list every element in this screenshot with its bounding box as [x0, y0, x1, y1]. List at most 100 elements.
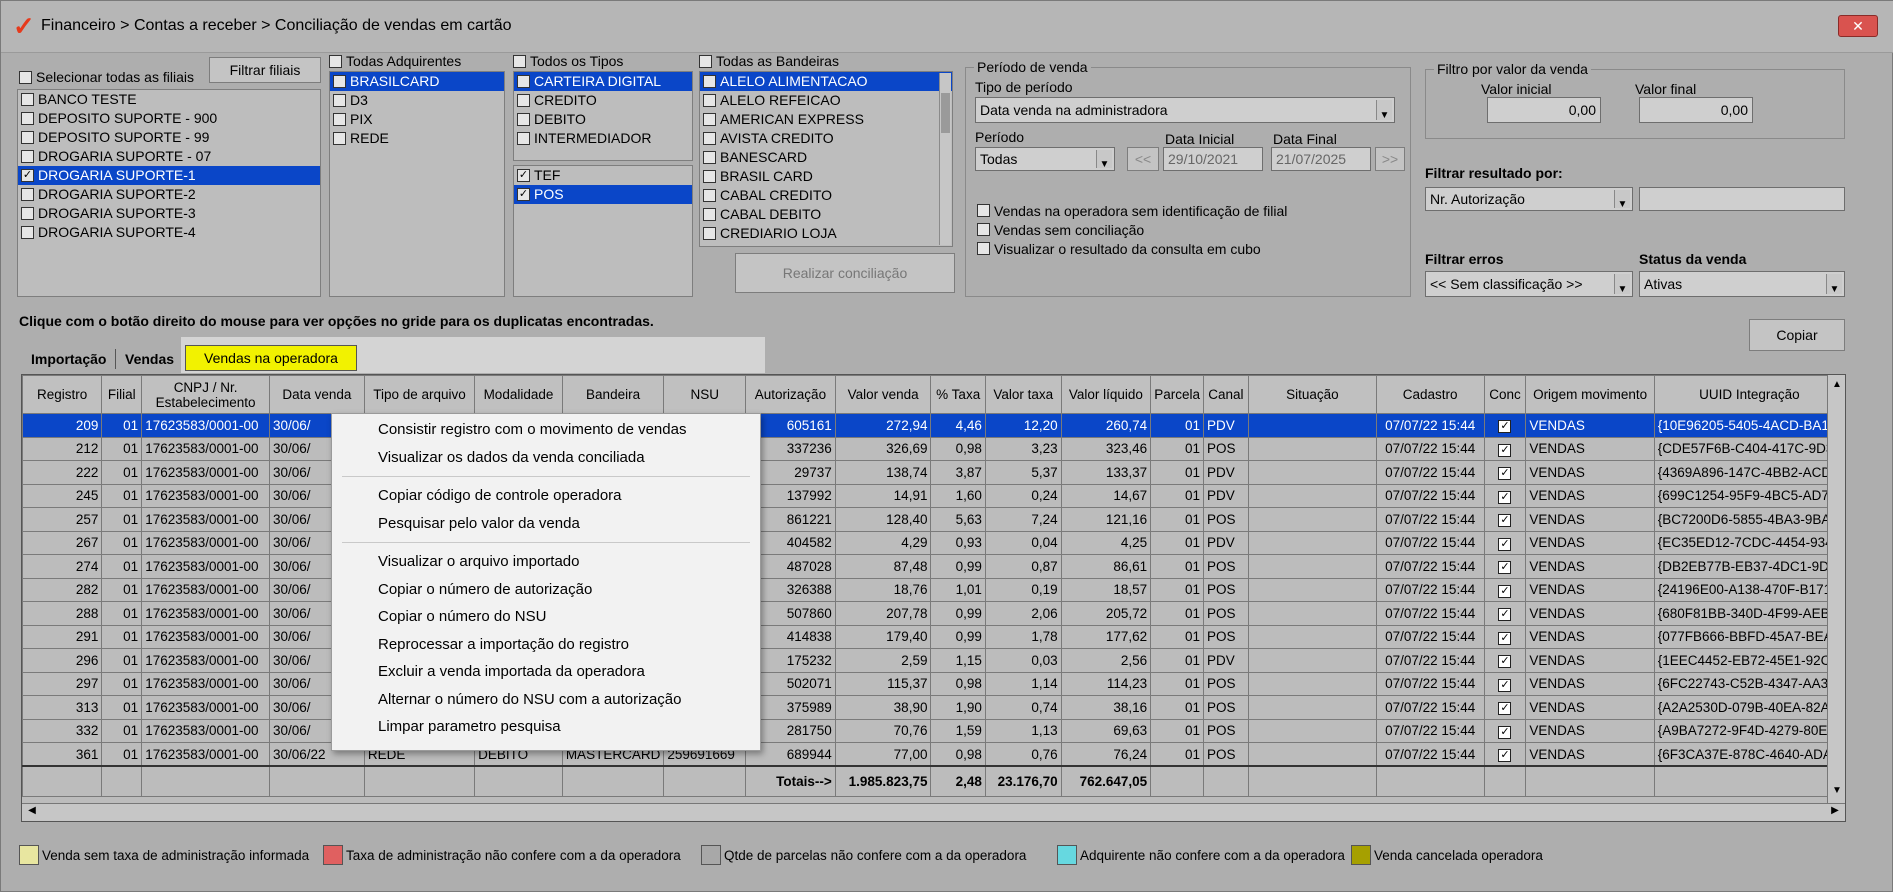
column-header[interactable]: Autorização: [745, 375, 836, 414]
checkbox[interactable]: [333, 75, 346, 88]
checkbox[interactable]: [21, 112, 34, 125]
context-menu-item[interactable]: Copiar o número de autorização: [332, 576, 760, 604]
tipo-item[interactable]: CREDITO: [514, 91, 692, 110]
tipo-periodo-select[interactable]: Data venda na administradora: [975, 97, 1395, 123]
adquirente-item[interactable]: D3: [330, 91, 504, 110]
context-menu-item[interactable]: Visualizar os dados da venda conciliada: [332, 444, 760, 472]
column-header[interactable]: Modalidade: [474, 375, 563, 414]
adquirente-item[interactable]: REDE: [330, 129, 504, 148]
bandeira-item[interactable]: BRASIL CARD: [700, 167, 952, 186]
copiar-button[interactable]: Copiar: [1749, 319, 1845, 351]
column-header[interactable]: Bandeira: [561, 375, 665, 414]
checkbox[interactable]: [21, 226, 34, 239]
filtrar-erros-select[interactable]: << Sem classificação >>: [1425, 271, 1633, 297]
column-header[interactable]: Conc: [1483, 375, 1527, 414]
table-row[interactable]: 282 01 17623583/0001-00 30/06/326388 18,76 1,…: [22, 577, 1845, 602]
canal-item[interactable]: POS: [514, 185, 692, 204]
bandeira-item[interactable]: AMERICAN EXPRESS: [700, 110, 952, 129]
checkbox[interactable]: [703, 170, 716, 183]
filial-item[interactable]: DEPOSITO SUPORTE - 900: [18, 109, 320, 128]
conciliado-checkbox[interactable]: [1498, 725, 1512, 739]
scroll-up-icon[interactable]: ▲: [1829, 379, 1845, 393]
select-all-filiais[interactable]: Selecionar todas as filiais: [19, 69, 194, 85]
checkbox[interactable]: [977, 223, 990, 236]
checkbox[interactable]: [21, 131, 34, 144]
conciliado-checkbox[interactable]: [1498, 608, 1512, 622]
valor-inicial-field[interactable]: 0,00: [1487, 97, 1601, 123]
canal-item[interactable]: TEF: [514, 166, 692, 185]
column-header[interactable]: Canal: [1202, 375, 1249, 414]
select-all-checkbox[interactable]: [19, 70, 32, 84]
table-row[interactable]: 288 01 17623583/0001-00 30/06/507860 207,78 0…: [22, 601, 1845, 626]
checkbox[interactable]: [21, 169, 34, 182]
table-row[interactable]: 267 01 17623583/0001-00 30/06/404582 4,29 0,9…: [22, 530, 1845, 555]
conciliado-checkbox[interactable]: [1498, 467, 1512, 481]
prev-period-button[interactable]: <<: [1127, 147, 1159, 171]
conciliado-checkbox[interactable]: [1498, 537, 1512, 551]
data-final-field[interactable]: 21/07/2025: [1271, 147, 1371, 171]
periodo-option[interactable]: Vendas na operadora sem identificação de…: [977, 201, 1287, 220]
conciliado-checkbox[interactable]: [1498, 749, 1512, 762]
table-row[interactable]: 297 01 17623583/0001-00 30/06/502071 115,37 0…: [22, 671, 1845, 696]
checkbox[interactable]: [21, 188, 34, 201]
checkbox[interactable]: [703, 208, 716, 221]
bandeiras-scrollbar[interactable]: [939, 73, 951, 245]
periodo-option[interactable]: Visualizar o resultado da consulta em cu…: [977, 239, 1287, 258]
column-header[interactable]: Parcela: [1150, 375, 1204, 414]
tab-vendas[interactable]: Vendas: [125, 351, 174, 367]
checkbox[interactable]: [517, 188, 530, 201]
checkbox[interactable]: [703, 94, 716, 107]
checkbox[interactable]: [703, 189, 716, 202]
context-menu-item[interactable]: Limpar parametro pesquisa: [332, 713, 760, 741]
bandeira-item[interactable]: BANESCARD: [700, 148, 952, 167]
table-row[interactable]: 212 01 17623583/0001-00 30/06/337236 326,69 0…: [22, 436, 1845, 461]
tab-vendas-operadora[interactable]: Vendas na operadora: [185, 345, 357, 371]
filial-item[interactable]: DROGARIA SUPORTE-2: [18, 185, 320, 204]
context-menu-item[interactable]: Pesquisar pelo valor da venda: [332, 510, 760, 538]
context-menu[interactable]: Consistir registro com o movimento de ve…: [331, 413, 761, 751]
adquirente-item[interactable]: BRASILCARD: [330, 72, 504, 91]
context-menu-item[interactable]: Alternar o número do NSU com a autorizaç…: [332, 686, 760, 714]
chevron-down-icon[interactable]: [1826, 274, 1842, 294]
chevron-down-icon[interactable]: [1376, 100, 1392, 120]
conciliado-checkbox[interactable]: [1498, 584, 1512, 598]
conciliado-checkbox[interactable]: [1498, 678, 1512, 692]
checkbox[interactable]: [517, 169, 530, 182]
context-menu-item[interactable]: Excluir a venda importada da operadora: [332, 658, 760, 686]
filial-item[interactable]: DROGARIA SUPORTE-4: [18, 223, 320, 242]
column-header[interactable]: Registro: [22, 375, 103, 414]
scroll-right-icon[interactable]: ▶: [1827, 805, 1843, 819]
todas-adquirentes[interactable]: Todas Adquirentes: [329, 53, 461, 69]
filial-item[interactable]: BANCO TESTE: [18, 90, 320, 109]
bandeira-item[interactable]: AVISTA CREDITO: [700, 129, 952, 148]
context-menu-item[interactable]: Copiar código de controle operadora: [332, 482, 760, 510]
filial-item[interactable]: DROGARIA SUPORTE - 07: [18, 147, 320, 166]
checkbox[interactable]: [517, 75, 530, 88]
bandeira-item[interactable]: CABAL CREDITO: [700, 186, 952, 205]
chevron-down-icon[interactable]: [1614, 190, 1630, 208]
table-row[interactable]: 361 01 17623583/0001-00 30/06/22 REDE DÉBITO M…: [22, 742, 1845, 767]
tipo-item[interactable]: INTERMEDIADOR: [514, 129, 692, 148]
todos-tipos-checkbox[interactable]: [513, 54, 526, 68]
bandeira-item[interactable]: ALELO ALIMENTACAO: [700, 72, 952, 91]
table-row[interactable]: 313 01 17623583/0001-00 30/06/375989 38,90 1,…: [22, 695, 1845, 720]
column-header[interactable]: Valor taxa: [984, 375, 1062, 414]
table-row[interactable]: 291 01 17623583/0001-00 30/06/414838 179,40 0…: [22, 624, 1845, 649]
realizar-conciliacao-button[interactable]: Realizar conciliação: [735, 253, 955, 293]
filtrar-resultado-select[interactable]: Nr. Autorização: [1425, 187, 1633, 211]
todas-bandeiras-checkbox[interactable]: [699, 54, 712, 68]
column-header[interactable]: Filial: [101, 375, 143, 414]
checkbox[interactable]: [21, 207, 34, 220]
checkbox[interactable]: [703, 75, 716, 88]
tab-importacao[interactable]: Importação: [31, 351, 106, 367]
conciliado-checkbox[interactable]: [1498, 420, 1512, 434]
bandeiras-list[interactable]: ALELO ALIMENTACAO ALELO REFEICAO AMERICAN …: [699, 71, 953, 247]
filial-item[interactable]: DROGARIA SUPORTE-1: [18, 166, 320, 185]
table-row[interactable]: 296 01 17623583/0001-00 30/06/175232 2,59 1,1…: [22, 648, 1845, 673]
chevron-down-icon[interactable]: [1096, 150, 1112, 168]
conciliado-checkbox[interactable]: [1498, 514, 1512, 528]
bandeira-item[interactable]: ALELO REFEICAO: [700, 91, 952, 110]
checkbox[interactable]: [21, 150, 34, 163]
table-row[interactable]: 245 01 17623583/0001-00 30/06/137992 14,91 1,…: [22, 483, 1845, 508]
checkbox[interactable]: [977, 242, 990, 255]
